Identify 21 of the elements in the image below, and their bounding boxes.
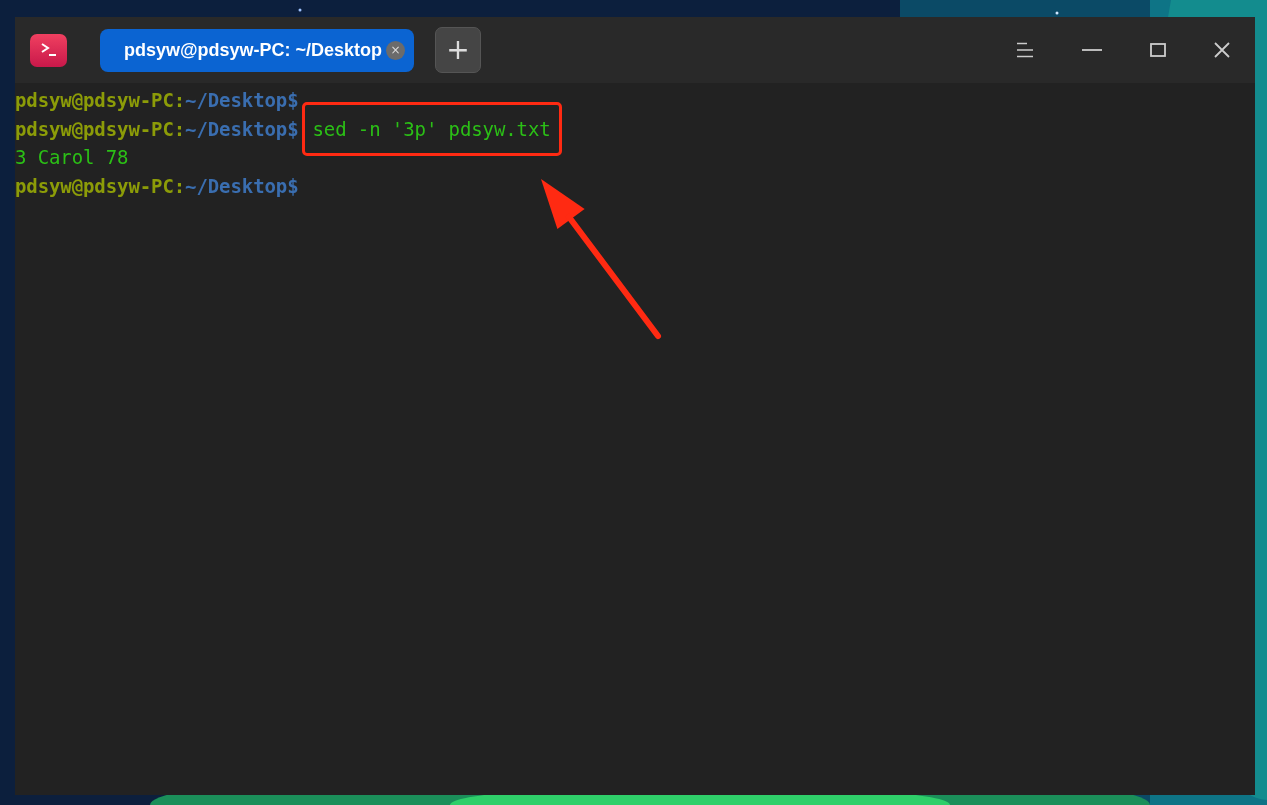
prompt-symbol: $ [287, 173, 299, 199]
prompt-user-host: pdsyw@pdsyw-PC [15, 88, 174, 113]
prompt-separator: : [173, 173, 186, 199]
prompt-user-host: pdsyw@pdsyw-PC [15, 116, 174, 142]
terminal-tab[interactable]: pdsyw@pdsyw-PC: ~/Desktop × [100, 28, 414, 72]
prompt-user-host: pdsyw@pdsyw-PC [15, 173, 174, 199]
prompt-separator: : [173, 88, 186, 113]
tab-close-button[interactable]: × [386, 40, 405, 60]
prompt-path: ~/Desktop [185, 116, 288, 142]
prompt-separator: : [173, 116, 186, 142]
command-text: sed -n '3p' pdsyw.txt [301, 101, 562, 156]
prompt-path: ~/Desktop [185, 173, 288, 199]
maximize-icon[interactable] [1150, 43, 1166, 57]
close-icon[interactable] [1214, 42, 1230, 58]
prompt-path: ~/Desktop [185, 88, 288, 113]
menu-icon[interactable] [1016, 42, 1034, 58]
prompt-symbol: $ [287, 116, 299, 142]
terminal-app-icon[interactable] [30, 33, 67, 67]
new-tab-button[interactable]: + [435, 27, 481, 73]
command-output: 3 Carol 78 [15, 145, 129, 170]
prompt-symbol: $ [287, 88, 299, 113]
